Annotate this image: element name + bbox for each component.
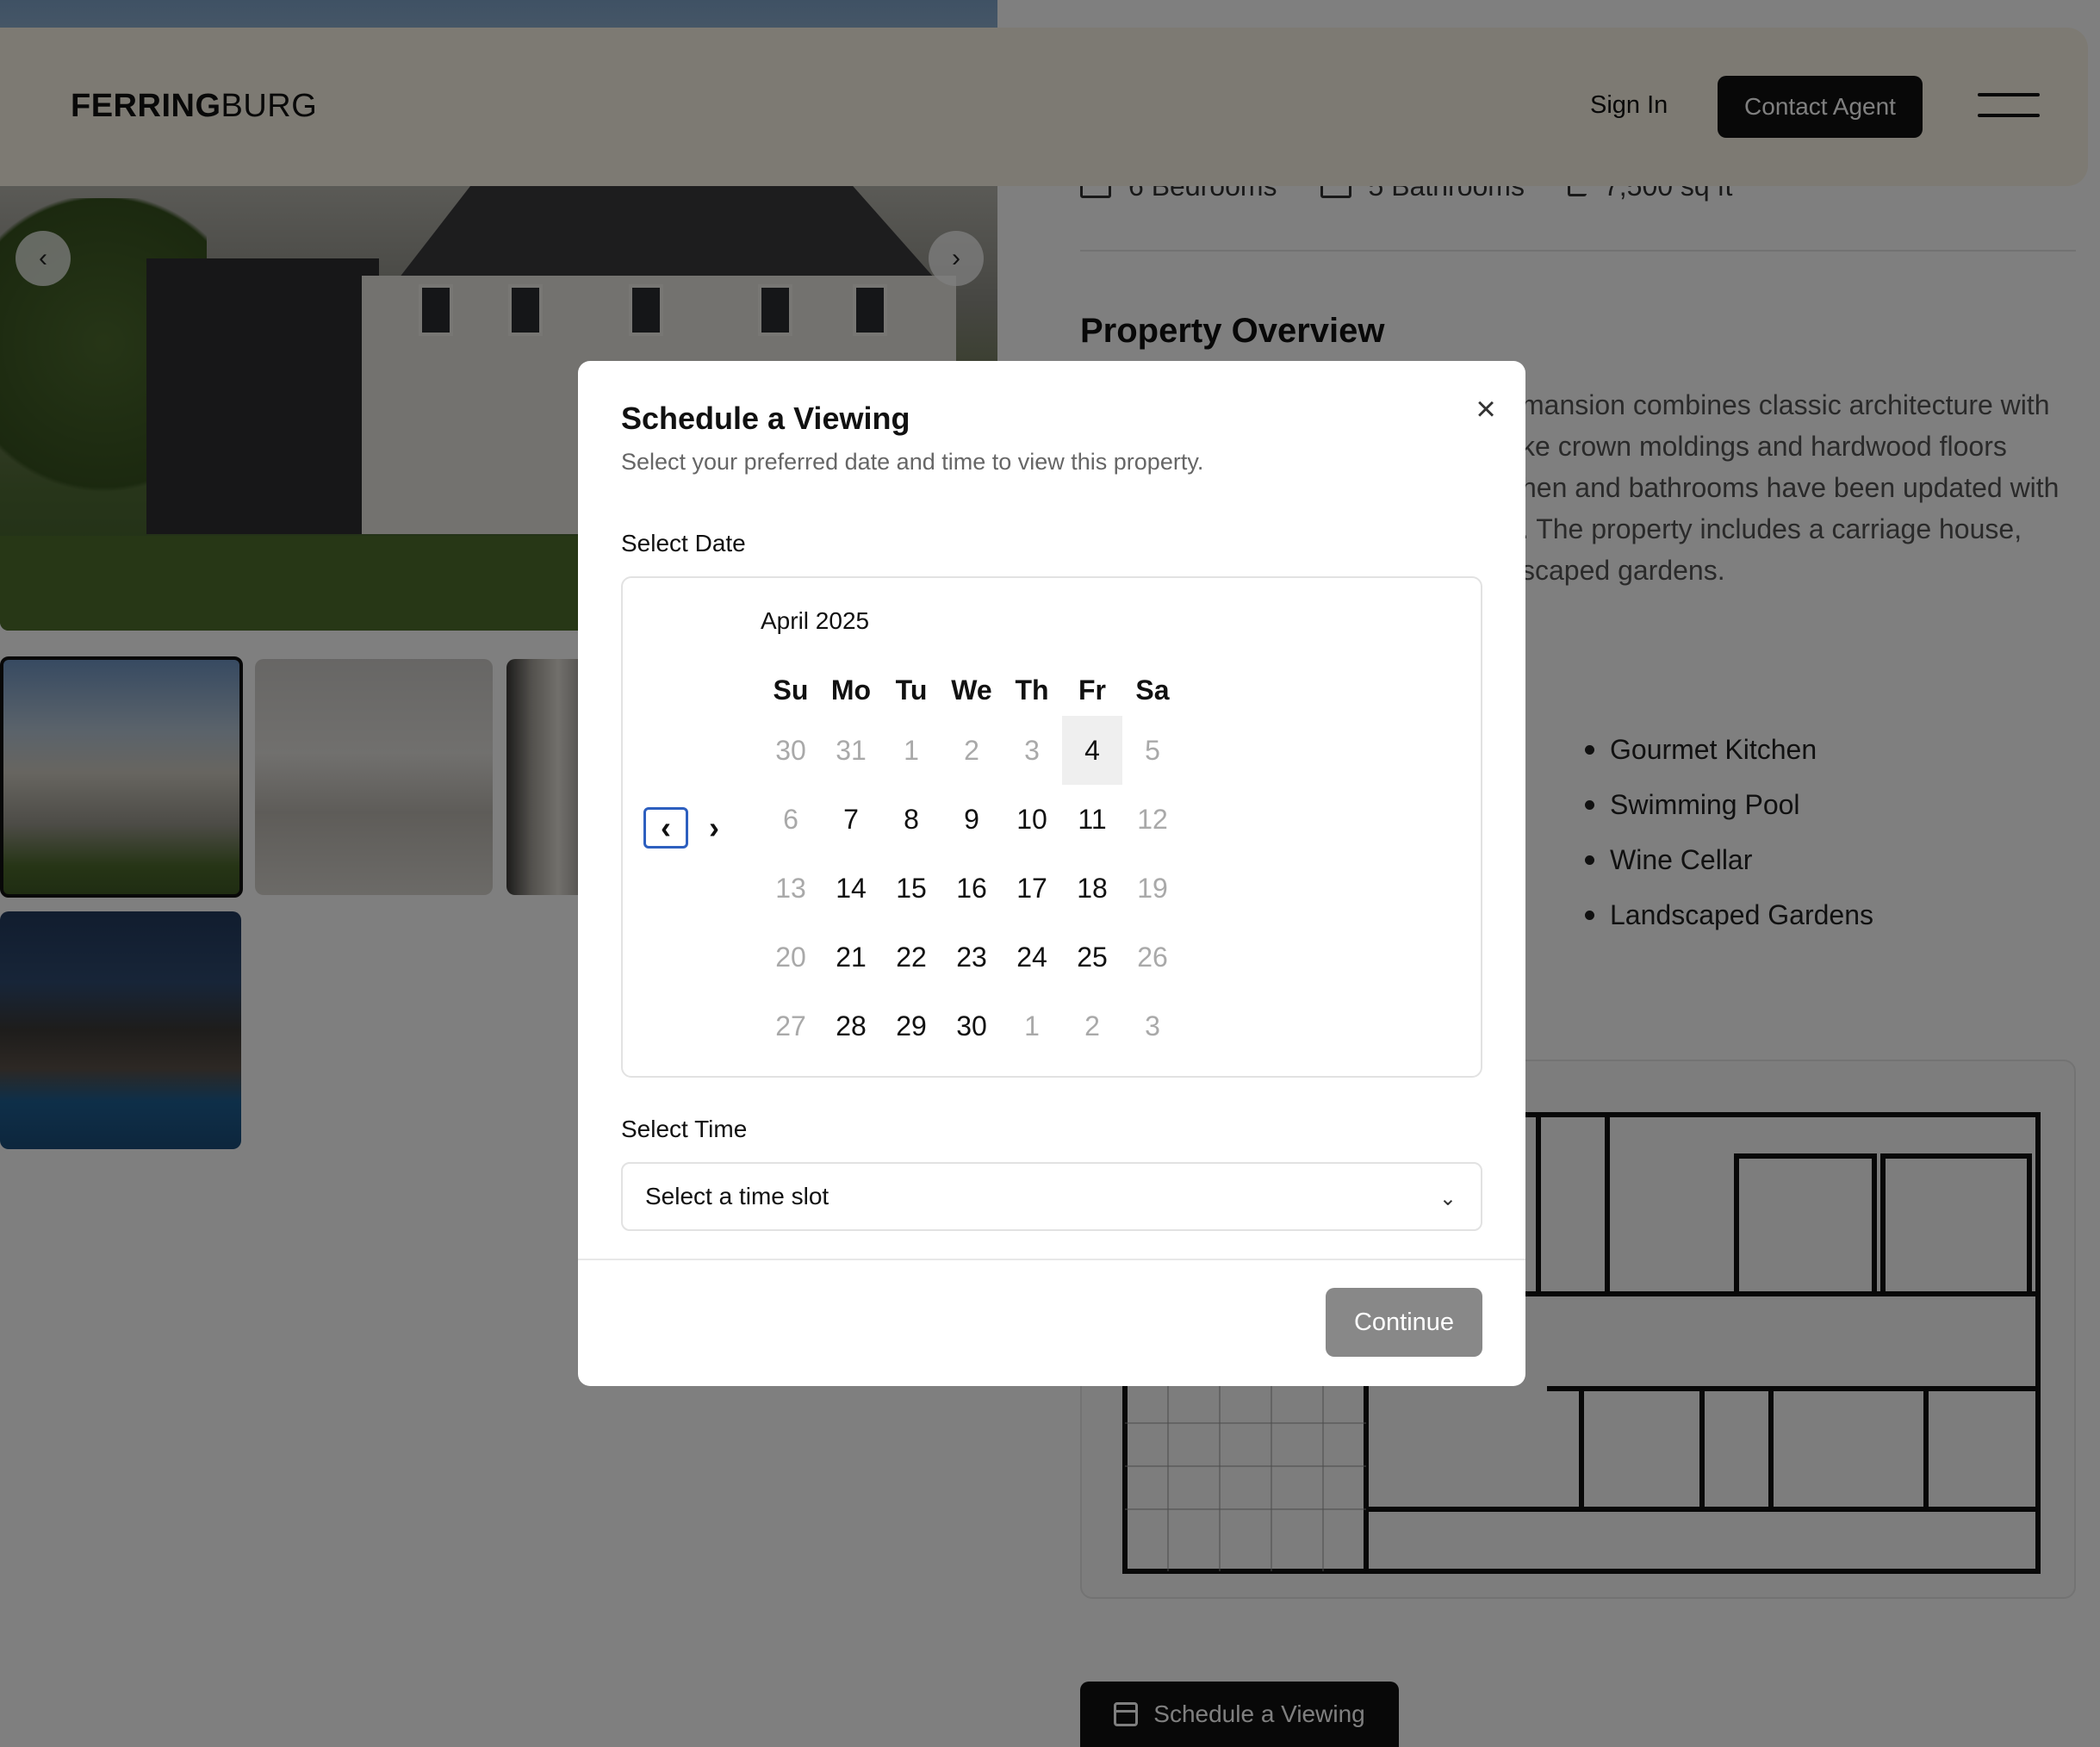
weekday-header: Su <box>773 674 809 706</box>
calendar-day: 27 <box>775 1010 806 1041</box>
calendar-day[interactable]: 16 <box>941 854 1002 923</box>
calendar-day: 12 <box>1137 803 1168 835</box>
schedule-viewing-dialog: × Schedule a Viewing Select your preferr… <box>578 361 1525 1386</box>
dialog-footer-divider <box>578 1259 1525 1260</box>
calendar-day[interactable]: 29 <box>881 992 941 1060</box>
continue-button[interactable]: Continue <box>1326 1288 1482 1357</box>
calendar-day: 26 <box>1137 941 1168 973</box>
weekday-header: Th <box>1015 674 1049 706</box>
calendar-day[interactable]: 14 <box>821 854 881 923</box>
calendar-day[interactable]: 10 <box>1002 785 1062 854</box>
calendar-day[interactable]: 28 <box>821 992 881 1060</box>
calendar-day[interactable]: 21 <box>821 923 881 992</box>
calendar-day[interactable]: 8 <box>881 785 941 854</box>
calendar-day[interactable]: 18 <box>1062 854 1122 923</box>
calendar-day: 3 <box>1024 734 1040 766</box>
calendar-day: 5 <box>1145 734 1160 766</box>
calendar-day[interactable]: 25 <box>1062 923 1122 992</box>
calendar-day: 31 <box>836 734 867 766</box>
weekday-header: We <box>951 674 992 706</box>
calendar-day-today[interactable]: 4 <box>1062 716 1122 785</box>
calendar-day: 1 <box>904 734 919 766</box>
dialog-title: Schedule a Viewing <box>621 401 910 436</box>
weekday-header: Tu <box>895 674 928 706</box>
date-picker: April 2025 ‹ › Su Mo Tu We Th Fr Sa 30 31 1 2 3 4 5 6 7… <box>621 576 1482 1078</box>
chevron-left-icon: ‹ <box>661 810 671 845</box>
select-date-label: Select Date <box>621 530 746 556</box>
dialog-subtitle: Select your preferred date and time to v… <box>621 449 1204 475</box>
calendar-day[interactable]: 24 <box>1002 923 1062 992</box>
calendar-day[interactable]: 7 <box>821 785 881 854</box>
calendar-day[interactable]: 30 <box>941 992 1002 1060</box>
calendar-day[interactable]: 17 <box>1002 854 1062 923</box>
calendar-day: 13 <box>775 872 806 904</box>
calendar-day: 6 <box>783 803 798 835</box>
calendar-day: 2 <box>964 734 979 766</box>
weekday-header: Mo <box>830 674 872 706</box>
chevron-down-icon: ⌄ <box>1438 1187 1457 1210</box>
prev-month-button[interactable]: ‹ <box>643 807 688 849</box>
calendar-day: 1 <box>1024 1010 1040 1041</box>
calendar-day: 2 <box>1084 1010 1100 1041</box>
select-time-label: Select Time <box>621 1116 748 1142</box>
calendar-day[interactable]: 15 <box>881 854 941 923</box>
weekday-header: Fr <box>1078 674 1106 706</box>
calendar-day[interactable]: 11 <box>1062 785 1122 854</box>
next-month-button[interactable]: › <box>697 807 731 849</box>
close-icon[interactable]: × <box>1469 392 1503 426</box>
calendar-day: 3 <box>1145 1010 1160 1041</box>
calendar-day[interactable]: 9 <box>941 785 1002 854</box>
calendar-day: 30 <box>775 734 806 766</box>
chevron-right-icon: › <box>709 810 719 845</box>
calendar-grid: Su Mo Tu We Th Fr Sa 30 31 1 2 3 4 5 6 7 8 9 10 11 12 13 14 15 1… <box>761 664 1183 1060</box>
calendar-day: 19 <box>1137 872 1168 904</box>
calendar-day[interactable]: 23 <box>941 923 1002 992</box>
calendar-day[interactable]: 22 <box>881 923 941 992</box>
weekday-header: Sa <box>1135 674 1170 706</box>
time-slot-placeholder: Select a time slot <box>645 1183 829 1209</box>
calendar-month: April 2025 <box>761 607 870 634</box>
time-slot-select[interactable]: Select a time slot ⌄ <box>621 1162 1482 1231</box>
calendar-day: 20 <box>775 941 806 973</box>
